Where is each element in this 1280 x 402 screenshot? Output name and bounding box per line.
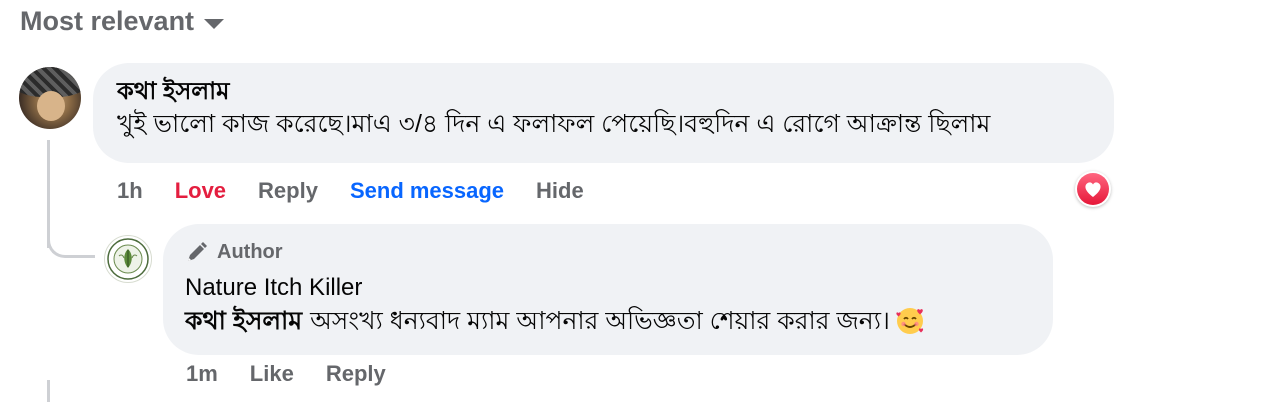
- reply-text: কথা ইসলাম অসংখ্য ধন্যবাদ ম্যাম আপনার অভি…: [185, 304, 1031, 338]
- love-reaction-icon: [1077, 173, 1109, 205]
- reply-timestamp[interactable]: 1m: [186, 360, 218, 388]
- caret-down-icon: [204, 19, 225, 29]
- nature-logo-icon: [107, 238, 149, 280]
- sort-dropdown[interactable]: Most relevant: [20, 4, 225, 38]
- author-avatar[interactable]: [104, 235, 152, 283]
- pen-icon: [188, 242, 207, 261]
- smiling-face-with-hearts-icon: [894, 305, 926, 337]
- comment-bubble: কথা ইসলাম খুই ভালো কাজ করেছে।মাএ ৩/৪ দিন…: [93, 63, 1114, 163]
- reaction-count-badge[interactable]: [1075, 171, 1111, 207]
- sort-label: Most relevant: [20, 6, 195, 36]
- thread-connector-line-bottom: [47, 380, 50, 402]
- hide-button[interactable]: Hide: [536, 177, 584, 205]
- commenter-avatar[interactable]: [19, 67, 81, 129]
- reply-reply-button[interactable]: Reply: [326, 360, 386, 388]
- love-button[interactable]: Love: [175, 177, 226, 205]
- comment-timestamp[interactable]: 1h: [117, 177, 143, 205]
- reply-bubble: Author Nature Itch Killer কথা ইসলাম অসংখ…: [163, 224, 1053, 355]
- mention-link[interactable]: কথা ইসলাম: [185, 304, 302, 338]
- author-badge-label: Author: [217, 241, 283, 263]
- like-button[interactable]: Like: [250, 360, 294, 388]
- comment-text: খুই ভালো কাজ করেছে।মাএ ৩/৪ দিন এ ফলাফল প…: [117, 110, 991, 138]
- comment-author-name[interactable]: কথা ইসলাম: [117, 77, 1090, 107]
- comment-actions: 1h Love Reply Send message Hide: [117, 177, 584, 205]
- reply-button[interactable]: Reply: [258, 177, 318, 205]
- reply-actions: 1m Like Reply: [186, 360, 386, 388]
- send-message-button[interactable]: Send message: [350, 177, 504, 205]
- reply-body-text: অসংখ্য ধন্যবাদ ম্যাম আপনার অভিজ্ঞতা শেয়…: [310, 307, 890, 335]
- thread-connector-curve: [47, 228, 95, 258]
- author-badge: Author: [185, 238, 1031, 266]
- reply-author-name[interactable]: Nature Itch Killer: [185, 272, 1031, 304]
